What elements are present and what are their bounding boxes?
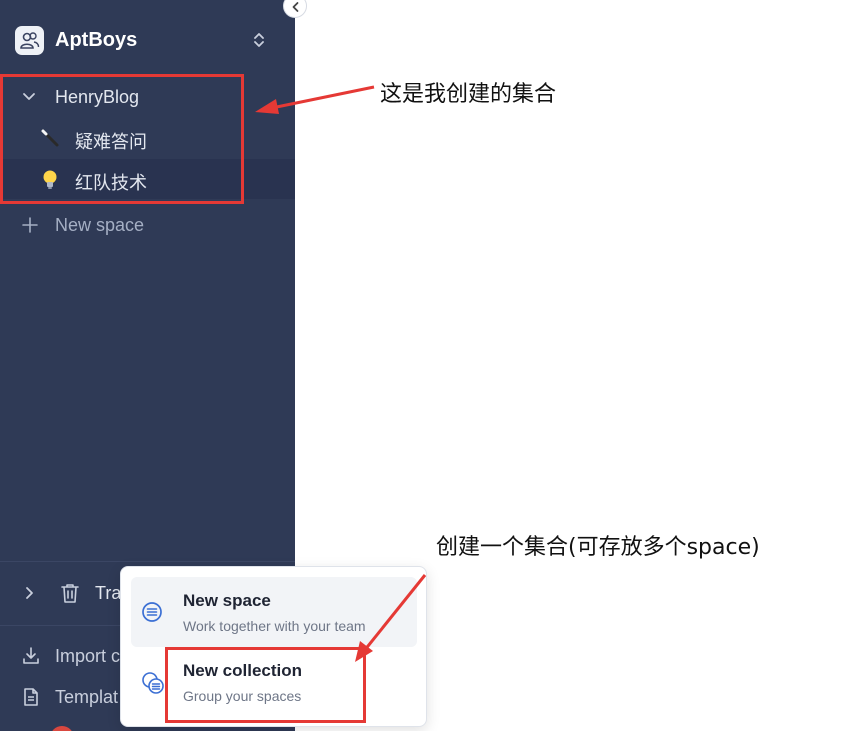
arrow-head	[255, 99, 279, 114]
annotation-arrows	[255, 85, 427, 662]
annotation-text: 这是我创建的集合	[380, 82, 557, 107]
annotation-text: 创建一个集合(可存放多个space)	[436, 535, 760, 560]
